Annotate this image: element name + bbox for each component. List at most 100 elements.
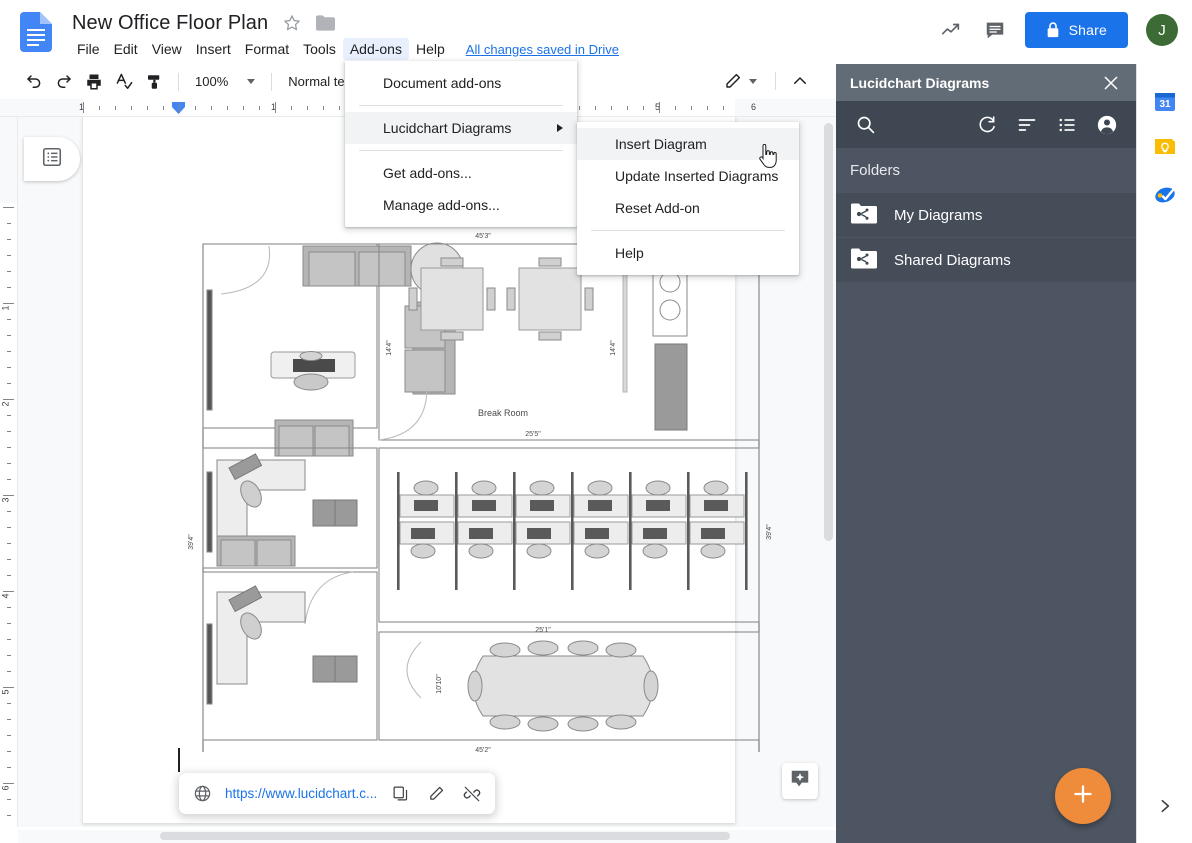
cubicle-divider bbox=[629, 472, 632, 590]
ruler-tick bbox=[7, 655, 11, 656]
ruler-tick bbox=[7, 431, 11, 432]
menu-add-ons[interactable]: Add-ons bbox=[343, 38, 409, 60]
star-outline-icon[interactable] bbox=[282, 13, 302, 33]
menu-item-help[interactable]: Help bbox=[577, 237, 799, 269]
ruler-tick bbox=[723, 106, 724, 110]
copy-link-icon[interactable] bbox=[387, 781, 413, 807]
floor-plan-dimension: 39'4" bbox=[766, 524, 773, 540]
cubicle-monitor bbox=[643, 528, 667, 539]
edit-mode-pencil-icon[interactable] bbox=[719, 68, 747, 94]
ruler-tick bbox=[7, 367, 11, 368]
ruler-tick bbox=[691, 106, 692, 110]
ruler-tick bbox=[3, 783, 14, 784]
list-view-icon[interactable] bbox=[1052, 110, 1082, 140]
expand-rail-button[interactable] bbox=[1137, 793, 1192, 823]
menu-item-manage-add-ons[interactable]: Manage add-ons... bbox=[345, 189, 577, 221]
chevron-down-icon bbox=[247, 79, 255, 84]
ruler-tick bbox=[7, 575, 11, 576]
vertical-ruler[interactable]: 123456 bbox=[0, 117, 18, 827]
ruler-tick bbox=[7, 751, 11, 752]
google-tasks-icon[interactable] bbox=[1149, 178, 1181, 210]
ruler-tick bbox=[131, 106, 132, 110]
toolbar-divider bbox=[178, 73, 179, 91]
ruler-v-page-span bbox=[0, 203, 17, 827]
menu-view[interactable]: View bbox=[145, 38, 189, 60]
refresh-icon[interactable] bbox=[972, 110, 1002, 140]
google-apps-rail: 31 bbox=[1136, 64, 1192, 843]
menu-item-lucidchart-diagrams[interactable]: Lucidchart Diagrams bbox=[345, 112, 577, 144]
menu-insert[interactable]: Insert bbox=[189, 38, 238, 60]
collapse-toolbar-icon[interactable] bbox=[786, 68, 814, 94]
cubicle-divider bbox=[513, 472, 516, 590]
page-title[interactable]: New Office Floor Plan bbox=[72, 12, 268, 35]
folder-row-my-diagrams[interactable]: My Diagrams bbox=[836, 193, 1136, 237]
ruler-tick bbox=[7, 479, 11, 480]
menu-item-document-add-ons[interactable]: Document add-ons bbox=[345, 67, 577, 99]
close-icon[interactable] bbox=[1100, 72, 1122, 94]
horizontal-scrollbar-thumb[interactable] bbox=[160, 832, 730, 840]
google-calendar-icon[interactable]: 31 bbox=[1149, 86, 1181, 118]
ruler-tick bbox=[7, 703, 11, 704]
search-icon[interactable] bbox=[850, 110, 880, 140]
folders-section-label: Folders bbox=[836, 148, 1136, 193]
print-icon[interactable] bbox=[80, 69, 108, 95]
cubicle-monitor bbox=[414, 500, 438, 511]
document-outline-toggle[interactable] bbox=[24, 137, 80, 181]
cubicle-divider bbox=[397, 472, 400, 590]
avatar[interactable]: J bbox=[1146, 14, 1178, 46]
cubicle-divider bbox=[687, 472, 690, 590]
menu-item-update-inserted-diagrams[interactable]: Update Inserted Diagrams bbox=[577, 160, 799, 192]
redo-icon[interactable] bbox=[50, 69, 78, 95]
zoom-select[interactable]: 100% bbox=[189, 72, 261, 91]
activity-dashboard-icon[interactable] bbox=[933, 12, 969, 48]
menu-item-get-add-ons[interactable]: Get add-ons... bbox=[345, 157, 577, 189]
floor-plan-dimension: 39'4" bbox=[188, 534, 195, 550]
menu-divider bbox=[359, 150, 563, 151]
submenu-arrow-icon bbox=[557, 124, 563, 132]
menu-file[interactable]: File bbox=[70, 38, 107, 60]
menu-item-insert-diagram[interactable]: Insert Diagram bbox=[577, 128, 799, 160]
vertical-scrollbar-thumb[interactable] bbox=[824, 123, 833, 541]
undo-icon[interactable] bbox=[20, 69, 48, 95]
edit-mode-chevron-down-icon[interactable] bbox=[749, 79, 757, 84]
link-url[interactable]: https://www.lucidchart.c... bbox=[225, 786, 377, 801]
cubicle-chair bbox=[411, 544, 435, 558]
remove-link-icon[interactable] bbox=[459, 781, 485, 807]
account-icon[interactable] bbox=[1092, 110, 1122, 140]
cubicle-chair bbox=[414, 481, 438, 495]
menu-edit[interactable]: Edit bbox=[107, 38, 145, 60]
menu-format[interactable]: Format bbox=[238, 38, 296, 60]
cubicle-chair bbox=[588, 481, 612, 495]
comment-icon[interactable] bbox=[977, 12, 1013, 48]
explore-button[interactable] bbox=[782, 763, 818, 799]
save-status[interactable]: All changes saved in Drive bbox=[466, 42, 619, 57]
ruler-number: 3 bbox=[1, 497, 11, 502]
folder-row-shared-diagrams[interactable]: Shared Diagrams bbox=[836, 238, 1136, 282]
menu-item-reset-add-on[interactable]: Reset Add-on bbox=[577, 192, 799, 224]
ruler-tick bbox=[115, 106, 116, 110]
ruler-number: 5 bbox=[1, 689, 11, 694]
folder-icon[interactable] bbox=[316, 15, 335, 31]
ruler-tick bbox=[147, 106, 148, 110]
cubicle-monitor bbox=[585, 528, 609, 539]
ruler-tick bbox=[163, 106, 164, 110]
google-keep-icon[interactable] bbox=[1149, 132, 1181, 164]
ruler-tick bbox=[99, 106, 100, 110]
ruler-tick bbox=[7, 799, 11, 800]
edit-link-icon[interactable] bbox=[423, 781, 449, 807]
lucidchart-side-panel: Lucidchart Diagrams bbox=[836, 64, 1136, 843]
ruler-tick bbox=[179, 102, 180, 113]
sort-icon[interactable] bbox=[1012, 110, 1042, 140]
cubicle-chair bbox=[643, 544, 667, 558]
menu-tools[interactable]: Tools bbox=[296, 38, 343, 60]
spellcheck-icon[interactable] bbox=[110, 69, 138, 95]
create-diagram-fab[interactable] bbox=[1055, 768, 1111, 824]
ruler-tick bbox=[7, 447, 11, 448]
ruler-tick bbox=[7, 511, 11, 512]
paint-format-icon[interactable] bbox=[140, 69, 168, 95]
menu-help[interactable]: Help bbox=[409, 38, 452, 60]
floor-plan-diagram[interactable]: Break Room bbox=[183, 232, 783, 752]
floor-plan-dimension: 45'3" bbox=[475, 233, 491, 240]
side-panel-header: Lucidchart Diagrams bbox=[836, 64, 1136, 101]
share-button[interactable]: Share bbox=[1025, 12, 1128, 48]
